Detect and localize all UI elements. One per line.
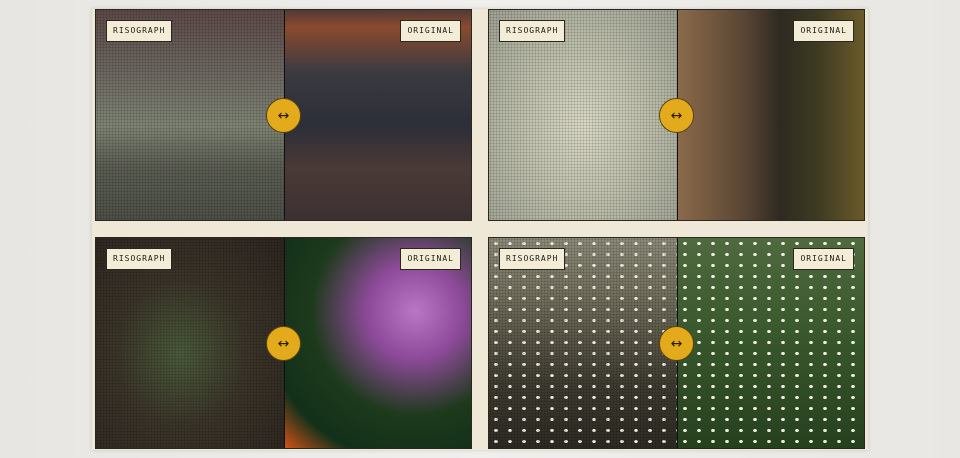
original-label: ORIGINAL [400, 20, 461, 42]
arrows-horizontal-icon: ↔ [670, 107, 683, 124]
comparison-card-daisy: ↔ RISOGRAPH ORIGINAL [488, 237, 865, 449]
risograph-label: RISOGRAPH [499, 20, 566, 42]
arrows-horizontal-icon: ↔ [670, 335, 683, 352]
risograph-label: RISOGRAPH [106, 20, 173, 42]
slider-handle[interactable]: ↔ [266, 326, 301, 361]
comparison-card-wolf: ↔ RISOGRAPH ORIGINAL [488, 9, 865, 221]
slider-handle[interactable]: ↔ [266, 98, 301, 133]
comparison-gallery: ↔ RISOGRAPH ORIGINAL ↔ RISOGRAPH ORIGINA… [92, 9, 868, 450]
slider-handle[interactable]: ↔ [659, 98, 694, 133]
slider-handle[interactable]: ↔ [659, 326, 694, 361]
comparison-card-flower: ↔ RISOGRAPH ORIGINAL [95, 237, 472, 449]
original-label: ORIGINAL [793, 20, 854, 42]
original-label: ORIGINAL [400, 248, 461, 270]
risograph-label: RISOGRAPH [499, 248, 566, 270]
original-label: ORIGINAL [793, 248, 854, 270]
risograph-label: RISOGRAPH [106, 248, 173, 270]
arrows-horizontal-icon: ↔ [277, 107, 290, 124]
arrows-horizontal-icon: ↔ [277, 335, 290, 352]
comparison-card-ocean: ↔ RISOGRAPH ORIGINAL [95, 9, 472, 221]
